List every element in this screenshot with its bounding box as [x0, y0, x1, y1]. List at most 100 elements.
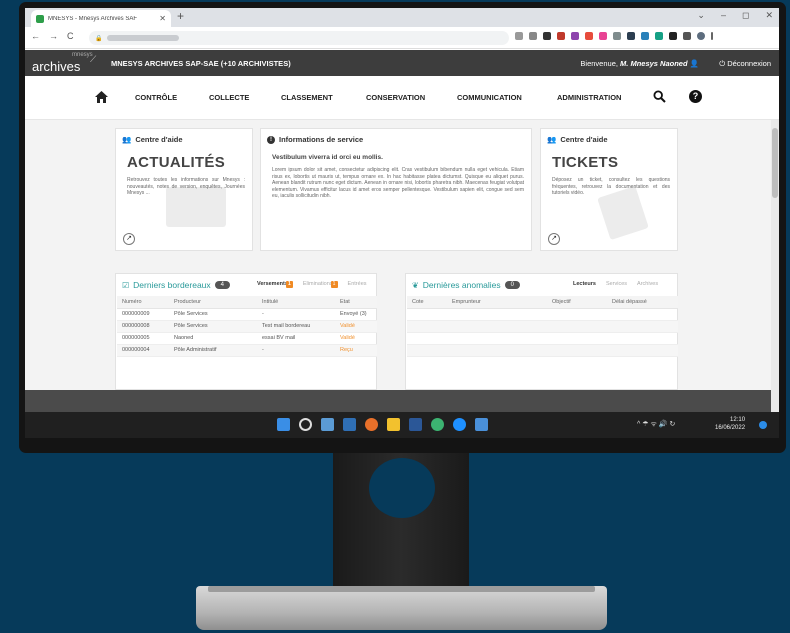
column-header[interactable]: Cote	[407, 296, 447, 309]
anomalies-header: ❦ Dernières anomalies 0	[412, 280, 520, 290]
tab-lecteurs[interactable]: Lecteurs	[573, 281, 596, 287]
menu-controle[interactable]: CONTRÔLE	[135, 93, 209, 102]
news-title[interactable]: ACTUALITÉS	[127, 154, 225, 171]
notification-icon[interactable]	[759, 421, 767, 429]
tickets-link-button[interactable]: ↗	[548, 233, 560, 245]
tab-entrees[interactable]: Entrées	[348, 281, 367, 288]
monitor-stand-base-top	[208, 586, 595, 592]
table-row[interactable]: 000000005 Naoned essai BV mail Validé	[117, 332, 377, 345]
app-title: MNESYS ARCHIVES SAP-SAE (+10 ARCHIVISTES…	[111, 59, 291, 68]
menu-administration[interactable]: ADMINISTRATION	[557, 93, 621, 102]
scrollbar-thumb[interactable]	[772, 128, 778, 198]
browser-tab[interactable]: MNESYS - Mnesys Archives SAF ✕	[31, 10, 171, 27]
extension-icon[interactable]	[641, 32, 649, 40]
column-header[interactable]: Emprunteur	[447, 296, 547, 309]
extension-icon[interactable]	[571, 32, 579, 40]
extension-icon[interactable]	[599, 32, 607, 40]
system-tray[interactable]: ^ ☂ ᯤ 🔊 ↻	[637, 420, 675, 429]
browser-tabbar: MNESYS - Mnesys Archives SAF ✕ + ⌄ – ◻ ✕	[25, 8, 779, 27]
table-row	[407, 332, 678, 345]
help-icon[interactable]: ?	[689, 90, 702, 103]
user-icon[interactable]: 👤	[690, 59, 699, 68]
tab-search-icon[interactable]: ⌄	[697, 10, 705, 21]
new-tab-button[interactable]: +	[177, 9, 184, 23]
puzzle-icon[interactable]	[669, 32, 677, 40]
table-row[interactable]: 000000008 Pôle Services Test mail border…	[117, 320, 377, 333]
edge-icon[interactable]	[453, 418, 466, 431]
tab-services[interactable]: Services	[606, 281, 627, 287]
minimize-icon[interactable]: –	[721, 10, 726, 21]
extensions-bar	[515, 32, 713, 40]
menu-conservation[interactable]: CONSERVATION	[366, 93, 457, 102]
menu-communication[interactable]: COMMUNICATION	[457, 93, 557, 102]
home-icon[interactable]	[95, 91, 108, 103]
store-icon[interactable]	[409, 418, 422, 431]
back-icon[interactable]: ←	[31, 31, 40, 41]
taskbar-clock[interactable]: 12:10 16/06/2022	[715, 416, 745, 432]
windows-start-icon[interactable]	[277, 418, 290, 431]
user-name[interactable]: M. Mnesys Naoned	[620, 59, 688, 68]
browser-nav: ← → C	[31, 31, 74, 41]
logo-swoosh-icon: ⟋	[90, 54, 97, 64]
app-header: mnesys archives ⟋ MNESYS ARCHIVES SAP-SA…	[25, 50, 779, 76]
table-row[interactable]: 000000004 Pôle Administratif - Reçu	[117, 344, 377, 357]
table-row	[407, 320, 678, 333]
address-bar[interactable]: 🔒	[89, 31, 509, 45]
sidebar-icon[interactable]	[683, 32, 691, 40]
os-taskbar: ^ ☂ ᯤ 🔊 ↻ 12:10 16/06/2022	[25, 412, 779, 438]
column-header[interactable]: Numéro	[117, 296, 169, 309]
browser-bottom-area	[25, 390, 771, 412]
logout-link[interactable]: ⏻ Déconnexion	[719, 59, 771, 69]
tickets-title[interactable]: TICKETS	[552, 154, 618, 171]
chrome-icon[interactable]	[431, 418, 444, 431]
table-row[interactable]: 000000009 Pôle Services - Envoyé (3)	[117, 308, 377, 321]
app-icon[interactable]	[475, 418, 488, 431]
tickets-card: 👥 Centre d'aide TICKETS Déposez un ticke…	[540, 128, 678, 251]
tickets-text: Déposez un ticket, consultez les questio…	[552, 177, 670, 196]
menu-classement[interactable]: CLASSEMENT	[281, 93, 366, 102]
extension-icon[interactable]	[655, 32, 663, 40]
column-header[interactable]: Producteur	[169, 296, 257, 309]
widgets-icon[interactable]	[343, 418, 356, 431]
tab-versements[interactable]: Versements1	[257, 281, 293, 288]
browser-toolbar: ← → C 🔒	[25, 27, 779, 49]
news-link-button[interactable]: ↗	[123, 233, 135, 245]
screen: MNESYS - Mnesys Archives SAF ✕ + ⌄ – ◻ ✕…	[25, 8, 779, 438]
column-header[interactable]: Délai dépassé	[607, 296, 678, 309]
profile-avatar-icon[interactable]	[697, 32, 705, 40]
maximize-icon[interactable]: ◻	[742, 10, 749, 21]
column-header[interactable]: Objectif	[547, 296, 607, 309]
leaf-icon: ❦	[412, 280, 419, 290]
bordereaux-tabs: Versements1 Eliminations1 Entrées	[257, 281, 367, 288]
close-window-icon[interactable]: ✕	[765, 10, 773, 21]
extension-icon[interactable]	[585, 32, 593, 40]
share-icon[interactable]	[515, 32, 523, 40]
extension-icon[interactable]	[543, 32, 551, 40]
info-icon: !	[267, 135, 275, 144]
firefox-icon[interactable]	[365, 418, 378, 431]
task-view-icon[interactable]	[321, 418, 334, 431]
help-center-icon: 👥	[122, 135, 132, 144]
lock-icon: 🔒	[95, 35, 103, 42]
tab-eliminations[interactable]: Eliminations1	[303, 281, 338, 288]
tab-archives[interactable]: Archives	[637, 281, 658, 287]
search-icon[interactable]	[653, 90, 666, 103]
logo-archives-text: archives	[32, 59, 81, 74]
file-explorer-icon[interactable]	[387, 418, 400, 431]
menu-dots-icon[interactable]	[711, 32, 713, 40]
search-icon[interactable]	[299, 418, 312, 431]
extension-icon[interactable]	[627, 32, 635, 40]
close-tab-icon[interactable]: ✕	[159, 14, 166, 23]
monitor-stand-base	[196, 586, 607, 630]
eliminations-badge: 1	[330, 281, 338, 288]
mnesys-favicon-icon	[36, 14, 44, 23]
forward-icon[interactable]: →	[49, 31, 58, 41]
column-header[interactable]: Intitulé	[257, 296, 335, 309]
extension-icon[interactable]	[557, 32, 565, 40]
reload-icon[interactable]: C	[67, 31, 74, 41]
taskbar-apps	[277, 418, 488, 431]
menu-collecte[interactable]: COLLECTE	[209, 93, 281, 102]
bookmark-star-icon[interactable]	[529, 32, 537, 40]
column-header[interactable]: Etat	[335, 296, 377, 309]
extension-icon[interactable]	[613, 32, 621, 40]
